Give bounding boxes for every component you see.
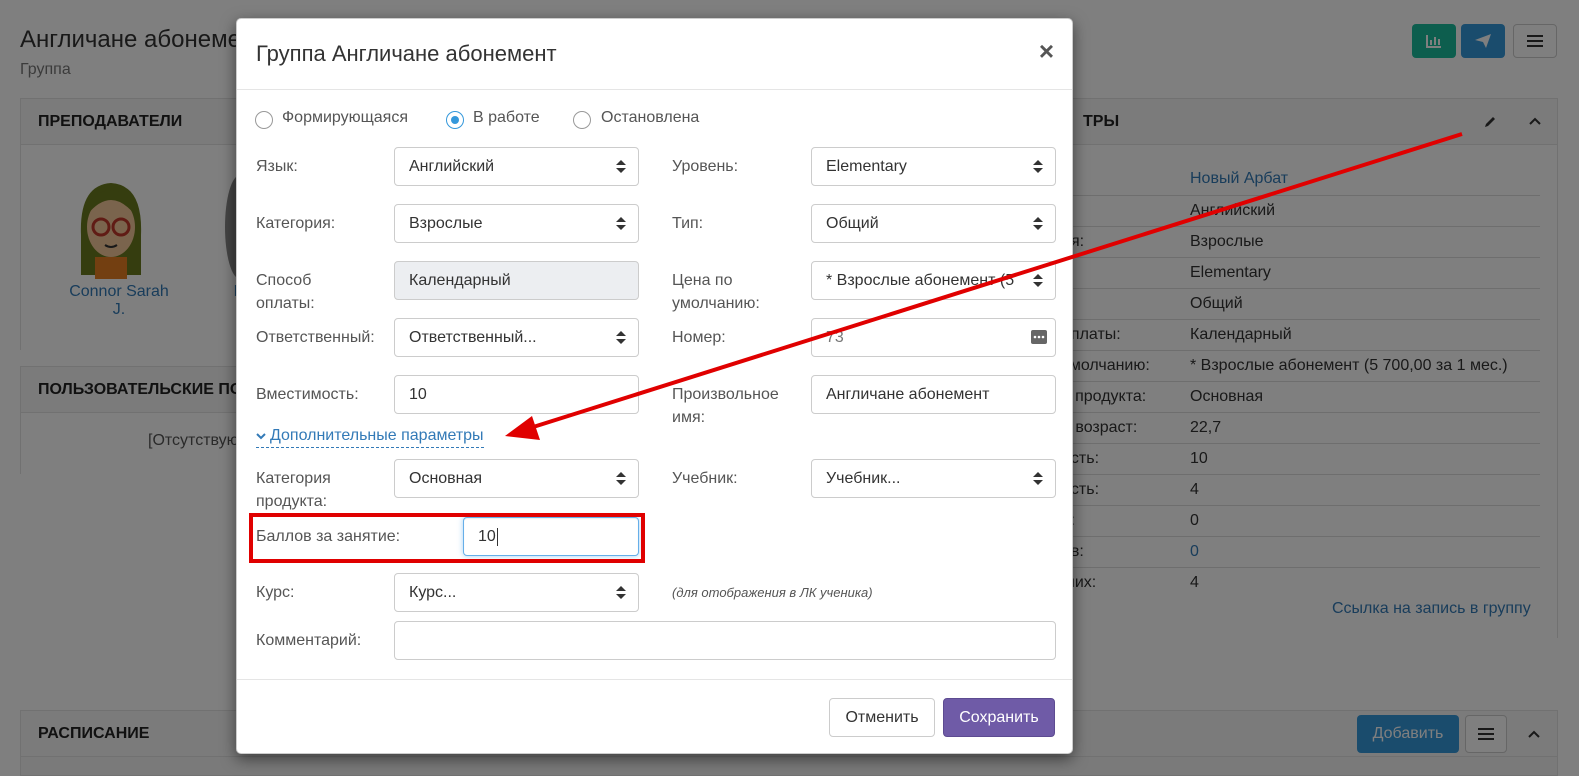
- custom-name-input[interactable]: Англичане абонемент: [811, 375, 1056, 414]
- textbook-select[interactable]: Учебник...: [811, 459, 1056, 498]
- custom-name-value: Англичане абонемент: [826, 385, 990, 403]
- comment-label: Комментарий:: [256, 632, 362, 649]
- select-caret-icon: [616, 586, 626, 600]
- responsible-select[interactable]: Ответственный...: [394, 318, 639, 357]
- product-category-label: Категория продукта:: [256, 467, 331, 513]
- responsible-value: Ответственный...: [409, 328, 537, 346]
- category-value: Взрослые: [409, 214, 483, 232]
- capacity-input[interactable]: 10: [394, 375, 639, 414]
- language-label: Язык:: [256, 158, 298, 175]
- select-caret-icon: [1033, 217, 1043, 231]
- status-radio-forming[interactable]: [255, 111, 273, 129]
- number-label: Номер:: [672, 329, 726, 346]
- annotation-highlight-box: [249, 513, 645, 563]
- course-label: Курс:: [256, 584, 295, 601]
- status-label-stopped[interactable]: Остановлена: [601, 109, 699, 127]
- status-radio-active[interactable]: [446, 111, 464, 129]
- select-caret-icon: [616, 217, 626, 231]
- extra-params-toggle[interactable]: Дополнительные параметры: [256, 427, 484, 448]
- custom-name-label-line1: Произвольное: [672, 386, 779, 403]
- status-label-active[interactable]: В работе: [473, 109, 540, 127]
- select-caret-icon: [1033, 274, 1043, 288]
- level-label: Уровень:: [672, 158, 739, 175]
- payment-method-label-line1: Способ: [256, 272, 312, 289]
- payment-method-label-line2: оплаты:: [256, 295, 315, 312]
- product-category-label-line2: продукта:: [256, 493, 328, 510]
- number-value: 73: [826, 328, 844, 346]
- select-caret-icon: [616, 160, 626, 174]
- payment-method-label: Способ оплаты:: [256, 269, 315, 315]
- capacity-value: 10: [409, 385, 427, 403]
- type-label: Тип:: [672, 215, 704, 232]
- default-price-label: Цена по умолчанию:: [672, 269, 760, 315]
- modal-header: Группа Англичане абонемент ×: [237, 19, 1072, 90]
- select-caret-icon: [1033, 160, 1043, 174]
- custom-name-label-line2: имя:: [672, 409, 706, 426]
- capacity-label: Вместимость:: [256, 386, 359, 403]
- status-radio-stopped[interactable]: [573, 111, 591, 129]
- product-category-value: Основная: [409, 469, 483, 487]
- extra-params-label: Дополнительные параметры: [270, 427, 484, 444]
- category-label: Категория:: [256, 215, 336, 232]
- custom-name-label: Произвольное имя:: [672, 383, 779, 429]
- default-price-select[interactable]: * Взрослые абонемент (5: [811, 261, 1056, 300]
- type-select[interactable]: Общий: [811, 204, 1056, 243]
- modal-footer: Отменить Сохранить: [237, 679, 1072, 755]
- default-price-label-line2: умолчанию:: [672, 295, 760, 312]
- textbook-label: Учебник:: [672, 470, 738, 487]
- status-label-forming[interactable]: Формирующаяся: [282, 109, 408, 127]
- chevron-down-icon: [256, 433, 266, 440]
- language-value: Английский: [409, 157, 495, 175]
- product-category-select[interactable]: Основная: [394, 459, 639, 498]
- product-category-label-line1: Категория: [256, 470, 331, 487]
- course-select[interactable]: Курс...: [394, 573, 639, 612]
- default-price-label-line1: Цена по: [672, 272, 733, 289]
- textbook-value: Учебник...: [826, 469, 901, 487]
- number-input[interactable]: 73: [811, 318, 1056, 357]
- close-icon[interactable]: ×: [1039, 36, 1054, 67]
- language-select[interactable]: Английский: [394, 147, 639, 186]
- course-hint: (для отображения в ЛК ученика): [672, 585, 873, 600]
- category-select[interactable]: Взрослые: [394, 204, 639, 243]
- edit-group-modal: Группа Англичане абонемент × Формирующая…: [236, 18, 1073, 754]
- modal-title: Группа Англичане абонемент: [256, 41, 557, 66]
- select-caret-icon: [616, 472, 626, 486]
- responsible-label: Ответственный:: [256, 329, 375, 346]
- level-select[interactable]: Elementary: [811, 147, 1056, 186]
- default-price-value: * Взрослые абонемент (5: [826, 271, 1015, 289]
- select-caret-icon: [616, 331, 626, 345]
- comment-input[interactable]: [394, 621, 1056, 660]
- select-caret-icon: [1033, 472, 1043, 486]
- level-value: Elementary: [826, 157, 907, 175]
- save-button[interactable]: Сохранить: [943, 698, 1055, 737]
- type-value: Общий: [826, 214, 879, 232]
- payment-method-field: Календарный: [394, 261, 639, 300]
- cancel-button[interactable]: Отменить: [829, 698, 935, 737]
- more-dots-icon[interactable]: [1031, 329, 1047, 345]
- course-value: Курс...: [409, 583, 457, 601]
- payment-method-value: Календарный: [409, 271, 511, 289]
